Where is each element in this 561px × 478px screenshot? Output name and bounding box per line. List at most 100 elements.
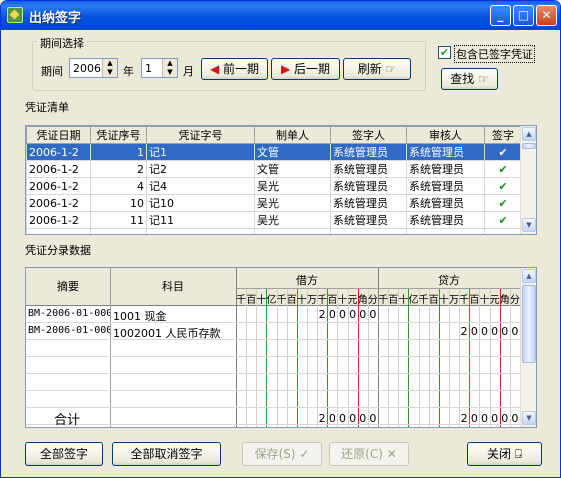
unit-header: 十 (296, 295, 307, 306)
unit-header: 百 (469, 295, 480, 306)
unit-header: 万 (307, 295, 318, 306)
close-button[interactable]: 关闭 ⍈ (467, 442, 542, 466)
next-period-button[interactable]: ▶ 后一期 (271, 58, 340, 80)
amount-digit: 2 (460, 325, 468, 338)
total-label: 合计 (54, 413, 81, 428)
table-cell: 系统管理员 (330, 143, 407, 161)
unit-header: 百 (388, 295, 399, 306)
month-value: 1 (145, 62, 152, 75)
include-signed-checkbox[interactable]: ✔ (438, 46, 451, 59)
summary-header: 摘要 (57, 280, 79, 293)
unit-header: 千 (236, 295, 247, 306)
table-row[interactable]: 2006-1-2 4 记4 吴光 系统管理员 系统管理员 ✔ (26, 177, 522, 195)
table-row[interactable]: 2006-1-2 11 记11 吴光 系统管理员 系统管理员 ✔ (26, 211, 522, 229)
unit-header: 千 (459, 295, 470, 306)
table-cell: 记1 (146, 143, 255, 161)
cashier-sign-window: 出纳签字 _ □ ✕ 期间选择 期间 2006 ▲ ▼ 年 1 ▲ ▼ 月 ◀ 前一… (0, 0, 561, 478)
find-button[interactable]: 查找 ☞ (441, 68, 498, 90)
spin-up-icon[interactable]: ▲ (103, 59, 117, 68)
table-cell: 系统管理员 (406, 194, 485, 212)
arrow-left-icon: ◀ (209, 62, 220, 76)
unit-header: 角 (499, 295, 510, 306)
period-label: 期间 (41, 65, 63, 78)
column-header[interactable]: 凭证字号 (146, 126, 255, 144)
year-spinner[interactable]: 2006 ▲ ▼ (69, 58, 118, 78)
scroll-up-icon[interactable]: ▲ (522, 127, 536, 141)
scroll-up-icon[interactable]: ▲ (522, 269, 536, 283)
unit-header: 十 (337, 295, 348, 306)
amount-digit: 0 (491, 412, 499, 425)
amount-digit: 0 (369, 308, 377, 321)
table-row[interactable]: 2006-1-2 2 记2 文管 系统管理员 系统管理员 ✔ (26, 160, 522, 178)
pointer-hand-icon: ☞ (385, 62, 397, 76)
unit-header: 十 (479, 295, 490, 306)
debit-header: 借方 (296, 274, 318, 287)
entry-summary[interactable]: BM-2006-01-000 (28, 308, 110, 319)
unit-header: 十 (438, 295, 449, 306)
entries-scrollbar[interactable]: ▲ ▼ (520, 268, 536, 427)
amount-digit: 2 (318, 308, 326, 321)
entry-account[interactable]: 1002001 人民币存款 (113, 325, 221, 341)
amount-digit: 0 (511, 325, 519, 338)
close-window-button[interactable]: ✕ (536, 5, 557, 26)
voucher-table: 凭证日期 凭证序号 凭证字号 制单人 签字人 审核人 签字 2006-1-2 1 记1 文管 系统管… (26, 126, 522, 234)
voucher-list-title: 凭证清单 (25, 101, 69, 114)
sign-all-button[interactable]: 全部签字 (25, 442, 103, 466)
table-cell: 系统管理员 (406, 177, 485, 195)
exit-door-icon: ⍈ (514, 447, 523, 461)
app-icon (7, 7, 23, 23)
column-header[interactable]: 审核人 (406, 126, 485, 144)
voucher-list-scrollbar[interactable]: ▲ ▼ (520, 126, 536, 234)
unit-header: 元 (489, 295, 500, 306)
table-cell: 系统管理员 (330, 194, 407, 212)
table-cell: 记4 (146, 177, 255, 195)
month-spinner[interactable]: 1 ▲ ▼ (141, 58, 178, 78)
spin-up-icon[interactable]: ▲ (163, 59, 177, 68)
table-cell: 系统管理员 (330, 160, 407, 178)
entry-summary[interactable]: BM-2006-01-000 (28, 325, 110, 336)
unsign-all-button[interactable]: 全部取消签字 (112, 442, 221, 466)
spin-down-icon[interactable]: ▼ (103, 68, 117, 77)
table-cell (90, 228, 147, 234)
amount-digit: 0 (369, 412, 377, 425)
unit-header: 亿 (408, 295, 419, 306)
year-label: 年 (123, 65, 134, 78)
column-header[interactable]: 凭证序号 (90, 126, 147, 144)
save-button[interactable]: 保存(S) ✓ (242, 442, 322, 466)
unit-header: 百 (327, 295, 338, 306)
scroll-down-icon[interactable]: ▼ (522, 411, 536, 425)
column-header[interactable]: 制单人 (254, 126, 331, 144)
amount-digit: 0 (501, 325, 509, 338)
table-cell: 文管 (254, 160, 331, 178)
include-signed-label[interactable]: 包含已签字凭证 (454, 45, 535, 63)
refresh-button[interactable]: 刷新 ☞ (343, 58, 411, 80)
column-header[interactable]: 凭证日期 (26, 126, 91, 144)
table-cell (406, 228, 485, 234)
column-header[interactable]: 签字 (484, 126, 522, 144)
amount-digit: 0 (511, 412, 519, 425)
column-header[interactable]: 签字人 (330, 126, 407, 144)
amount-digit: 0 (491, 325, 499, 338)
restore-button[interactable]: 还原(C) ✕ (329, 442, 409, 466)
table-row[interactable] (26, 228, 522, 234)
unit-header: 百 (428, 295, 439, 306)
signed-check-icon: ✔ (484, 194, 522, 212)
title-bar: 出纳签字 _ □ ✕ (1, 1, 560, 30)
scroll-thumb[interactable] (522, 143, 536, 149)
amount-digit: 0 (349, 308, 357, 321)
prev-period-button[interactable]: ◀ 前一期 (201, 58, 268, 80)
table-cell: 4 (90, 177, 147, 195)
maximize-button[interactable]: □ (513, 5, 534, 26)
amount-digit: 2 (318, 412, 326, 425)
scroll-down-icon[interactable]: ▼ (522, 218, 536, 232)
spin-down-icon[interactable]: ▼ (163, 68, 177, 77)
scroll-thumb[interactable] (522, 285, 536, 363)
table-row[interactable]: 2006-1-2 1 记1 文管 系统管理员 系统管理员 ✔ (26, 143, 522, 161)
entry-account[interactable]: 1001 现金 (113, 308, 167, 324)
unit-header: 千 (317, 295, 328, 306)
table-row[interactable]: 2006-1-2 10 记10 吴光 系统管理员 系统管理员 ✔ (26, 194, 522, 212)
minimize-button[interactable]: _ (490, 5, 511, 26)
unit-header: 亿 (266, 295, 277, 306)
amount-digit: 0 (349, 412, 357, 425)
voucher-list-grid: 凭证日期 凭证序号 凭证字号 制单人 签字人 审核人 签字 2006-1-2 1 记1 文管 系统管… (25, 125, 537, 235)
